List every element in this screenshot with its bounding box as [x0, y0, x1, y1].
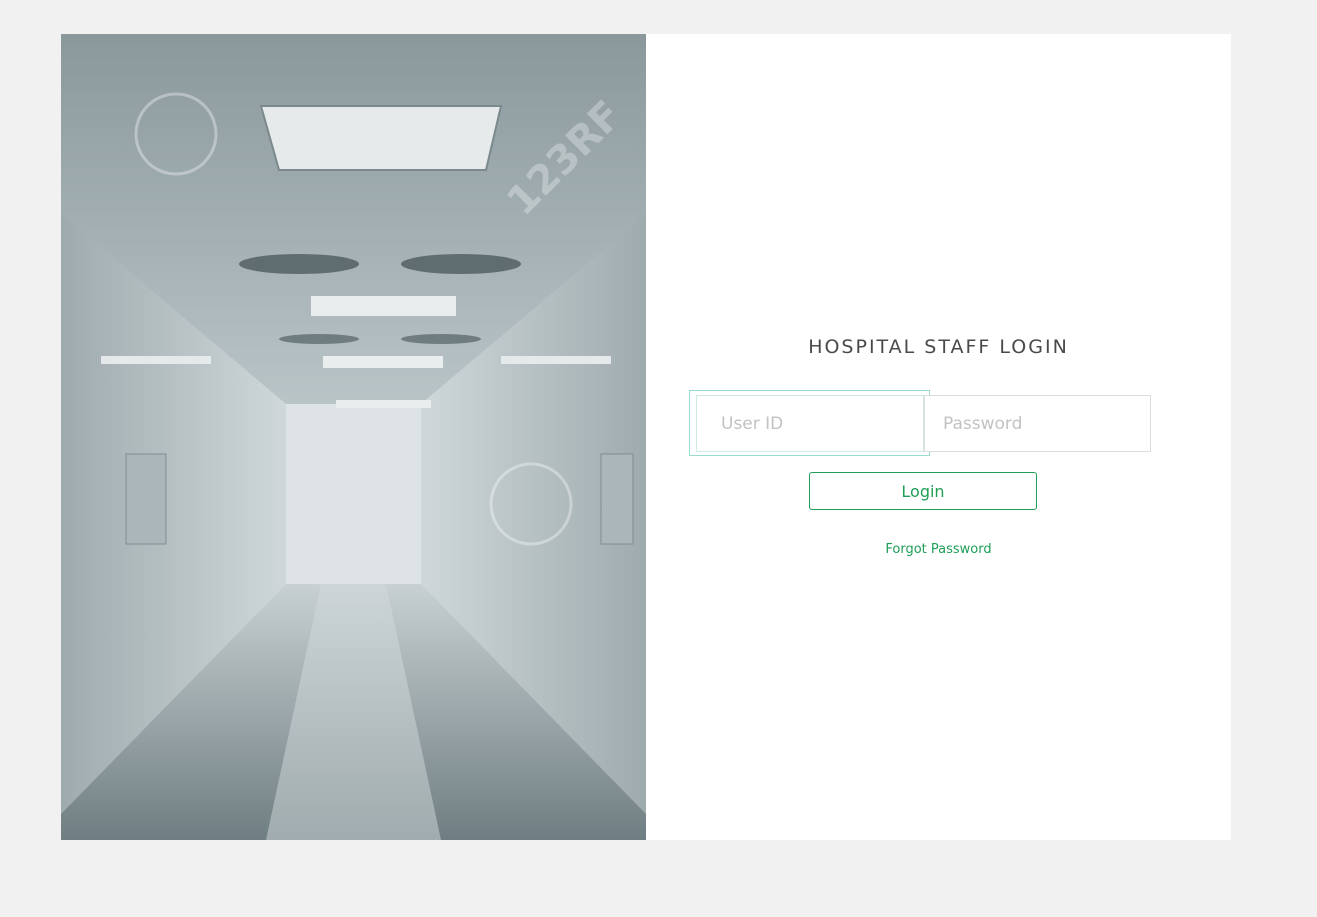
login-button[interactable]: Login: [809, 472, 1037, 510]
login-panel: HOSPITAL STAFF LOGIN Login Forgot Passwo…: [646, 34, 1231, 840]
forgot-password-link[interactable]: Forgot Password: [646, 542, 1231, 557]
corridor-illustration: 123RF: [61, 34, 646, 840]
login-card: 123RF HOSPITAL STAFF LOGIN Login Forgot …: [61, 34, 1231, 840]
hospital-corridor-image: 123RF: [61, 34, 646, 840]
login-title: HOSPITAL STAFF LOGIN: [808, 336, 1069, 358]
user-id-input[interactable]: [696, 395, 924, 452]
password-input[interactable]: [924, 395, 1151, 452]
